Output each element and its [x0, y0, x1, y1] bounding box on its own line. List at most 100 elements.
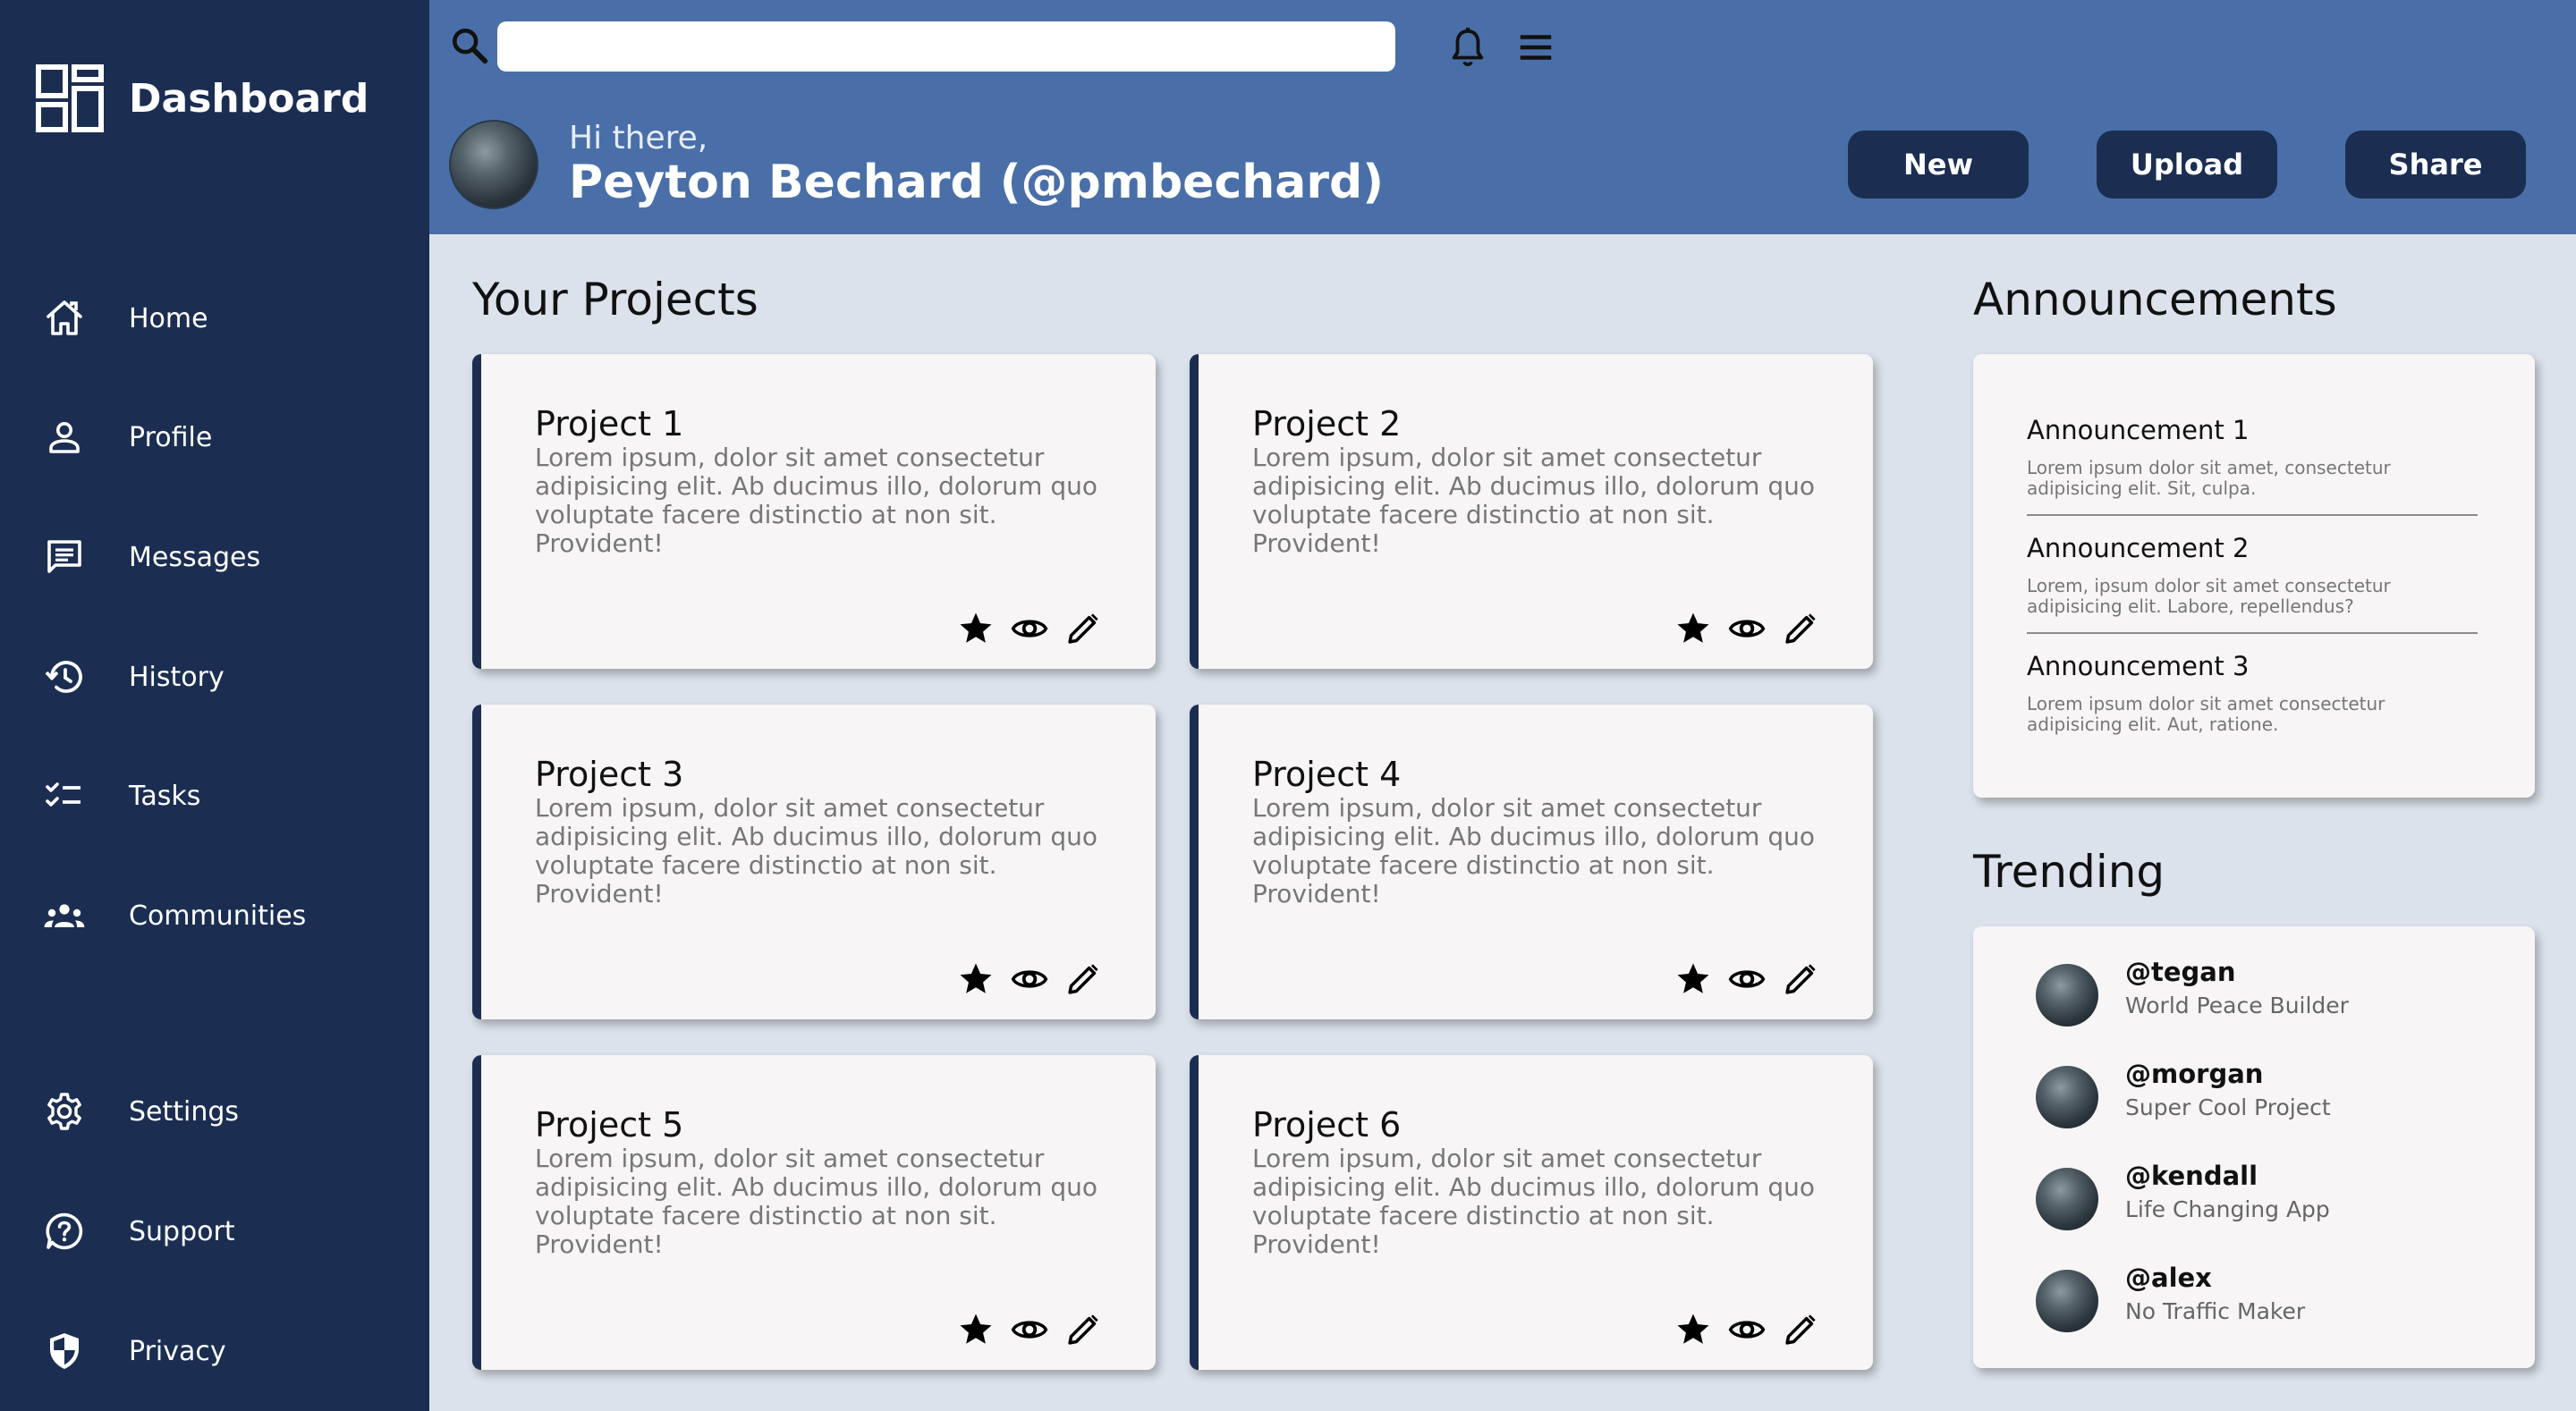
star-icon[interactable]: [957, 1311, 995, 1348]
sidebar-item-label: Privacy: [129, 1335, 226, 1367]
bell-icon[interactable]: [1447, 25, 1488, 70]
announcements-heading: Announcements: [1973, 274, 2337, 325]
sidebar-item-support[interactable]: Support: [0, 1196, 429, 1267]
sidebar-item-tasks[interactable]: Tasks: [0, 760, 429, 832]
sidebar-item-label: Communities: [129, 900, 307, 932]
announcement-divider: [2027, 632, 2478, 634]
project-title: Project 2: [1252, 404, 1402, 444]
star-icon[interactable]: [1674, 610, 1712, 647]
sidebar-item-privacy[interactable]: Privacy: [0, 1315, 429, 1387]
menu-icon[interactable]: [1515, 27, 1556, 68]
trending-project: World Peace Builder: [2125, 993, 2349, 1018]
announcement-item[interactable]: Announcement 2 Lorem, ipsum dolor sit am…: [2027, 533, 2478, 617]
sidebar-item-history[interactable]: History: [0, 641, 429, 713]
announcement-title: Announcement 1: [2027, 415, 2250, 445]
star-icon[interactable]: [1674, 960, 1712, 998]
person-icon: [41, 414, 88, 460]
star-icon[interactable]: [957, 610, 995, 647]
project-actions: [1674, 1311, 1819, 1348]
announcements-panel: Announcement 1 Lorem ipsum dolor sit ame…: [1973, 354, 2535, 798]
top-header: Hi there, Peyton Bechard (@pmbechard) Ne…: [429, 0, 2576, 234]
sidebar: Dashboard Home Profile Messages History: [0, 0, 429, 1411]
eye-icon[interactable]: [1011, 1311, 1048, 1348]
project-description: Lorem ipsum, dolor sit amet consectetur …: [535, 793, 1097, 908]
project-title: Project 6: [1252, 1105, 1402, 1145]
eye-icon[interactable]: [1728, 610, 1766, 647]
announcement-divider: [2027, 514, 2478, 516]
announcement-title: Announcement 3: [2027, 651, 2250, 681]
announcement-body: Lorem ipsum dolor sit amet, consectetur …: [2027, 457, 2391, 499]
sidebar-item-label: Messages: [129, 541, 261, 573]
share-button[interactable]: Share: [2345, 131, 2526, 199]
eye-icon[interactable]: [1011, 960, 1048, 998]
eye-icon[interactable]: [1011, 610, 1048, 647]
dashboard-app: Dashboard Home Profile Messages History: [0, 0, 2576, 1411]
project-card[interactable]: Project 3 Lorem ipsum, dolor sit amet co…: [472, 705, 1156, 1019]
new-button[interactable]: New: [1848, 131, 2029, 199]
edit-pencil-icon[interactable]: [1782, 1311, 1819, 1348]
project-description: Lorem ipsum, dolor sit amet consectetur …: [1252, 443, 1815, 558]
avatar: [2036, 1066, 2098, 1128]
search-input[interactable]: [497, 21, 1395, 72]
star-icon[interactable]: [1674, 1311, 1712, 1348]
project-actions: [1674, 960, 1819, 998]
sidebar-item-label: Tasks: [129, 780, 201, 812]
avatar: [2036, 964, 2098, 1027]
sidebar-item-label: History: [129, 661, 225, 693]
user-avatar[interactable]: [449, 120, 538, 209]
project-description: Lorem ipsum, dolor sit amet consectetur …: [535, 1144, 1097, 1259]
upload-button[interactable]: Upload: [2097, 131, 2277, 199]
gear-icon: [41, 1088, 88, 1135]
announcement-body: Lorem, ipsum dolor sit amet consectetur …: [2027, 575, 2391, 617]
announcement-item[interactable]: Announcement 1 Lorem ipsum dolor sit ame…: [2027, 415, 2478, 499]
edit-pencil-icon[interactable]: [1064, 610, 1102, 647]
project-card[interactable]: Project 6 Lorem ipsum, dolor sit amet co…: [1190, 1055, 1873, 1370]
project-card[interactable]: Project 2 Lorem ipsum, dolor sit amet co…: [1190, 354, 1873, 669]
brand: Dashboard: [36, 64, 369, 132]
trending-handle: @tegan: [2125, 957, 2236, 987]
search-icon[interactable]: [449, 25, 490, 66]
edit-pencil-icon[interactable]: [1782, 960, 1819, 998]
sidebar-item-messages[interactable]: Messages: [0, 521, 429, 593]
edit-pencil-icon[interactable]: [1064, 1311, 1102, 1348]
trending-panel: @tegan World Peace Builder @morgan Super…: [1973, 926, 2535, 1368]
star-icon[interactable]: [957, 960, 995, 998]
project-card[interactable]: Project 1 Lorem ipsum, dolor sit amet co…: [472, 354, 1156, 669]
trending-handle: @morgan: [2125, 1059, 2264, 1089]
trending-heading: Trending: [1973, 846, 2165, 898]
project-actions: [957, 960, 1102, 998]
eye-icon[interactable]: [1728, 960, 1766, 998]
sidebar-item-settings[interactable]: Settings: [0, 1076, 429, 1147]
sidebar-item-profile[interactable]: Profile: [0, 401, 429, 473]
greeting-text: Hi there,: [569, 120, 708, 156]
sidebar-item-label: Support: [129, 1215, 235, 1247]
group-icon: [41, 892, 88, 939]
projects-heading: Your Projects: [472, 274, 758, 325]
user-name: Peyton Bechard (@pmbechard): [569, 156, 1385, 209]
project-actions: [957, 610, 1102, 647]
shield-icon: [41, 1328, 88, 1374]
history-icon: [41, 654, 88, 700]
sidebar-item-label: Settings: [129, 1095, 240, 1128]
message-icon: [41, 534, 88, 580]
project-description: Lorem ipsum, dolor sit amet consectetur …: [1252, 793, 1815, 908]
sidebar-item-communities[interactable]: Communities: [0, 880, 429, 951]
project-title: Project 5: [535, 1105, 684, 1145]
project-card[interactable]: Project 4 Lorem ipsum, dolor sit amet co…: [1190, 705, 1873, 1019]
project-card[interactable]: Project 5 Lorem ipsum, dolor sit amet co…: [472, 1055, 1156, 1370]
trending-project: No Traffic Maker: [2125, 1298, 2306, 1324]
tasks-icon: [41, 773, 88, 819]
edit-pencil-icon[interactable]: [1782, 610, 1819, 647]
sidebar-item-label: Home: [129, 302, 208, 334]
project-actions: [1674, 610, 1819, 647]
edit-pencil-icon[interactable]: [1064, 960, 1102, 998]
sidebar-item-home[interactable]: Home: [0, 283, 429, 354]
project-description: Lorem ipsum, dolor sit amet consectetur …: [1252, 1144, 1815, 1259]
eye-icon[interactable]: [1728, 1311, 1766, 1348]
project-title: Project 1: [535, 404, 684, 444]
avatar: [2036, 1168, 2098, 1230]
dashboard-logo-icon: [36, 64, 104, 132]
announcement-item[interactable]: Announcement 3 Lorem ipsum dolor sit ame…: [2027, 651, 2478, 735]
help-icon: [41, 1208, 88, 1255]
trending-handle: @kendall: [2125, 1161, 2258, 1191]
